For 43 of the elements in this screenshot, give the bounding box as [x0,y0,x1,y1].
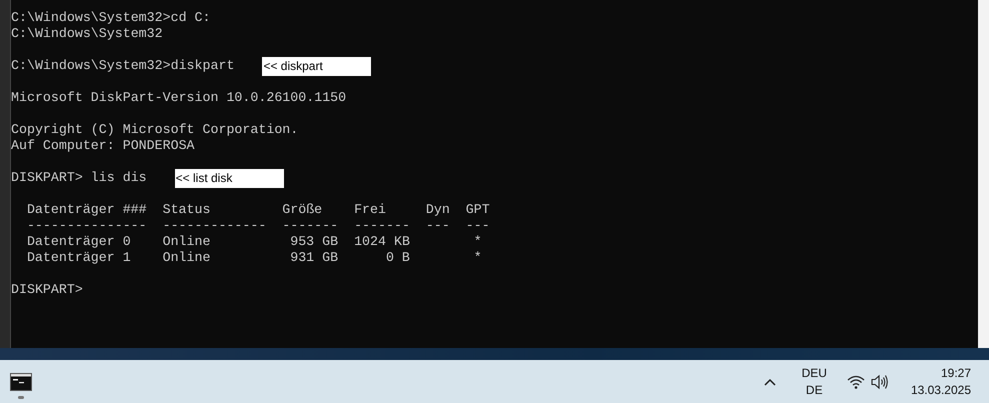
table-cell-text: 931 GB [289,250,338,266]
annotation-label: << diskpart [262,56,372,76]
column-separator: --------------- [26,218,147,234]
column-header: Frei [354,202,387,218]
column-separator: --- [466,218,490,234]
column-separator: ------- [354,218,410,234]
chevron-up-icon[interactable] [764,378,776,386]
column-header: Größe [282,202,324,218]
table-cell-text: * [472,250,483,266]
console-line: C:\Windows\System32>diskpart [11,58,234,74]
console-line: Auf Computer: PONDEROSA [11,138,195,154]
layout-text: DE [806,382,823,398]
column-header: Dyn [426,202,450,218]
column-separator: --- [426,218,450,234]
language-text: DEU [802,364,827,382]
language-indicator[interactable]: DEU DE [802,364,827,398]
console-line: Microsoft DiskPart-Version 10.0.26100.1150 [11,90,346,106]
date-text: 13.03.2025 [910,382,971,398]
column-separator: ------- [282,218,338,234]
time-text: 19:27 [940,364,971,382]
table-cell-text: 953 GB [289,234,338,250]
wifi-icon[interactable] [846,374,865,388]
clock[interactable]: 19:27 13.03.2025 [910,364,971,398]
annotation-label: << list disk [174,168,284,188]
column-separator: ------------- [162,218,266,234]
console-prompt: DISKPART> [11,282,83,298]
table-cell: 1024 KB [354,234,410,250]
console-line: C:\Windows\System32 [11,26,163,42]
console-line: Copyright (C) Microsoft Corporation. [11,122,298,138]
table-cell-text: 0 B [384,250,410,266]
running-indicator [18,396,24,398]
table-cell-text: Online [162,234,212,250]
table-cell-text: Datenträger 1 [26,250,132,266]
column-header: Status [162,202,212,218]
table-cell-text: * [472,234,483,250]
terminal-icon [10,372,32,390]
speaker-icon[interactable] [870,374,889,390]
column-header: GPT [466,202,490,218]
console-line: DISKPART> lis dis [11,170,147,186]
table-cell-text: Datenträger 0 [26,234,132,250]
console-line: C:\Windows\System32>cd C: [11,10,210,26]
column-header: Datenträger ### [26,202,147,218]
table-cell-text: Online [162,250,212,266]
